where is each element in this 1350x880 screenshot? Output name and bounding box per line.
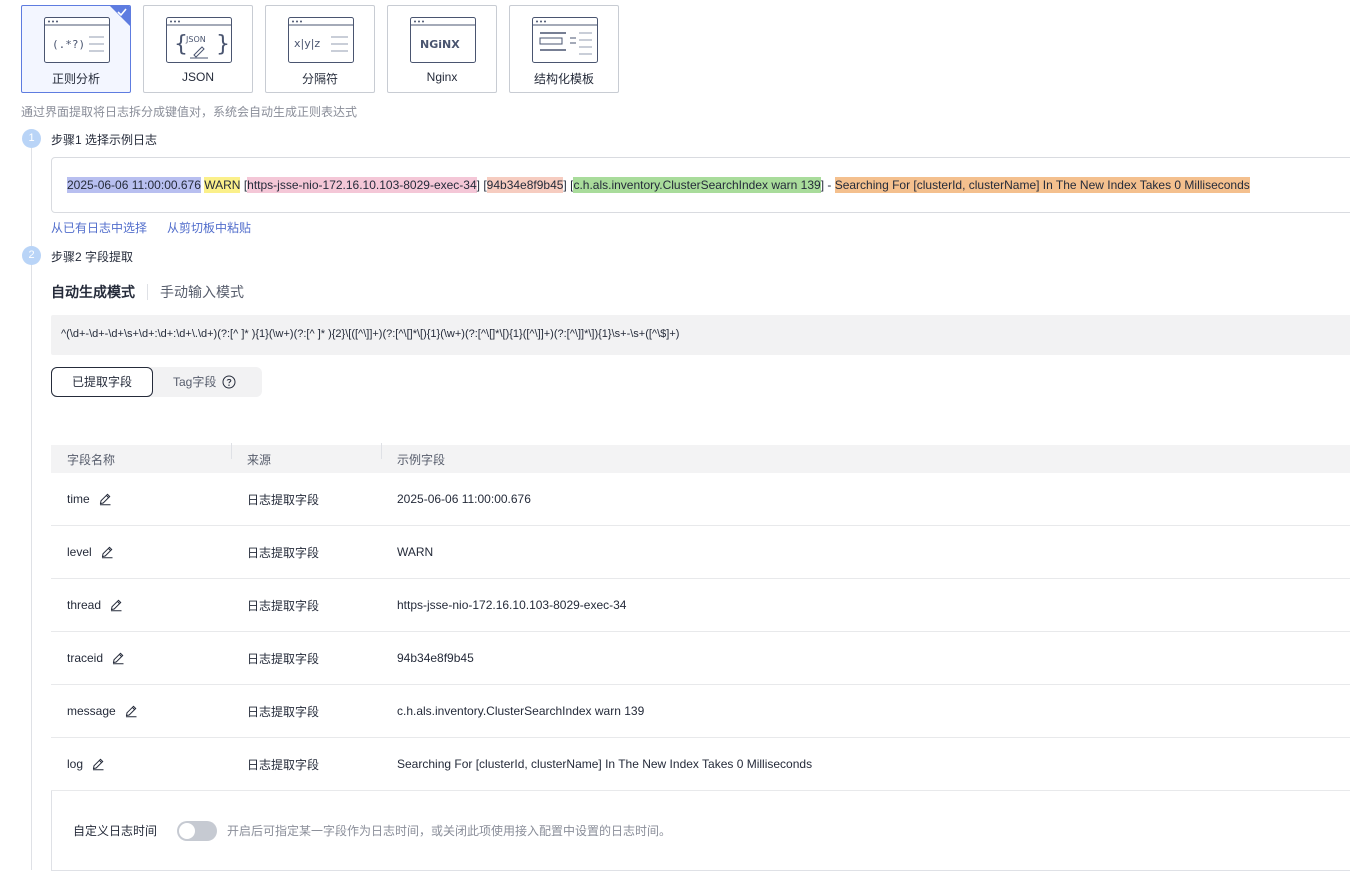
- field-example: c.h.als.inventory.ClusterSearchIndex war…: [397, 704, 645, 718]
- column-header-label: 示例字段: [397, 452, 446, 467]
- toggle-knob: [179, 822, 196, 839]
- template-card-structured[interactable]: 结构化模板: [509, 5, 619, 93]
- field-source: 日志提取字段: [247, 757, 320, 772]
- template-card-delimiter[interactable]: x|y|z 分隔符: [265, 5, 375, 93]
- sample-log-source-links: 从已有日志中选择 从剪切板中粘贴: [51, 219, 251, 236]
- field-source: 日志提取字段: [247, 598, 320, 613]
- template-selector: (.*?) 正则分析 { } JSON JSON x|y|z 分隔符 NGiNX…: [21, 5, 619, 93]
- nginx-illustration-icon: NGiNX: [410, 17, 476, 63]
- column-header-field-name: 字段名称: [51, 451, 231, 468]
- svg-text:JSON: JSON: [185, 35, 206, 44]
- delimiter-illustration-icon: x|y|z: [288, 17, 354, 63]
- edit-icon[interactable]: [109, 598, 123, 612]
- edit-icon[interactable]: [98, 492, 112, 506]
- table-row: message 日志提取字段 c.h.als.inventory.Cluster…: [51, 685, 1350, 738]
- tab-extracted-fields[interactable]: 已提取字段: [51, 367, 153, 397]
- auto-generate-mode-tab[interactable]: 自动生成模式: [51, 282, 135, 302]
- column-header-label: 字段名称: [67, 452, 116, 467]
- help-circle-icon[interactable]: [222, 375, 236, 389]
- log-highlight-level[interactable]: WARN: [204, 177, 241, 193]
- field-example: 94b34e8f9b45: [397, 651, 474, 665]
- step-1-title: 步骤1 选择示例日志: [51, 133, 158, 147]
- field-example: 2025-06-06 11:00:00.676: [397, 492, 531, 506]
- tab-tag-fields[interactable]: Tag字段: [173, 367, 243, 397]
- field-name: log: [67, 757, 84, 771]
- template-card-label: 正则分析: [51, 72, 100, 86]
- field-tabs: 已提取字段 Tag字段: [51, 367, 262, 397]
- log-highlight-traceid[interactable]: 94b34e8f9b45: [486, 177, 564, 193]
- template-card-nginx[interactable]: NGiNX Nginx: [387, 5, 497, 93]
- extracted-fields-table: 字段名称 来源 示例字段 time 日志提取字段 2025-06-06 11:0…: [51, 442, 1350, 791]
- field-name: thread: [67, 598, 102, 612]
- table-row: time 日志提取字段 2025-06-06 11:00:00.676: [51, 473, 1350, 526]
- field-name: time: [67, 492, 90, 506]
- table-row: log 日志提取字段 Searching For [clusterId, clu…: [51, 738, 1350, 791]
- sample-log-box[interactable]: 2025-06-06 11:00:00.676 WARN [https-jsse…: [51, 157, 1350, 213]
- custom-log-time-section: 自定义日志时间 开启后可指定某一字段作为日志时间，或关闭此项使用接入配置中设置的…: [51, 791, 1350, 871]
- field-example: WARN: [397, 545, 434, 559]
- log-highlight-message[interactable]: c.h.als.inventory.ClusterSearchIndex war…: [573, 177, 821, 193]
- template-card-label: 结构化模板: [533, 72, 594, 86]
- field-name: level: [67, 545, 92, 559]
- check-icon: [117, 8, 127, 17]
- svg-text:x|y|z: x|y|z: [294, 37, 320, 50]
- template-card-label: 分隔符: [301, 72, 338, 86]
- step-1-badge: 1: [22, 129, 41, 148]
- table-header: 字段名称 来源 示例字段: [51, 442, 1350, 473]
- template-card-regex[interactable]: (.*?) 正则分析: [21, 5, 131, 93]
- log-highlight-log[interactable]: Searching For [clusterId, clusterName] I…: [834, 177, 1250, 193]
- select-existing-log-link[interactable]: 从已有日志中选择: [51, 219, 147, 236]
- field-example: Searching For [clusterId, clusterName] I…: [397, 757, 813, 771]
- mode-switch: 自动生成模式 手动输入模式: [51, 282, 244, 302]
- column-header-example: 示例字段: [381, 442, 446, 468]
- edit-icon[interactable]: [91, 757, 105, 771]
- field-name: traceid: [67, 651, 104, 665]
- regex-illustration-icon: (.*?): [44, 17, 110, 63]
- column-divider: [381, 442, 382, 459]
- table-row: thread 日志提取字段 https-jsse-nio-172.16.10.1…: [51, 579, 1350, 632]
- svg-text:}: }: [216, 32, 230, 57]
- field-source: 日志提取字段: [247, 545, 320, 560]
- manual-input-mode-tab[interactable]: 手动输入模式: [160, 282, 244, 302]
- edit-icon[interactable]: [111, 651, 125, 665]
- edit-icon[interactable]: [100, 545, 114, 559]
- column-header-label: 来源: [247, 452, 272, 467]
- table-row: traceid 日志提取字段 94b34e8f9b45: [51, 632, 1350, 685]
- field-example: https-jsse-nio-172.16.10.103-8029-exec-3…: [397, 598, 627, 612]
- field-name: message: [67, 704, 116, 718]
- step-2-badge: 2: [22, 246, 41, 265]
- svg-text:(.*?): (.*?): [52, 38, 85, 51]
- log-sep: ]: [476, 178, 480, 192]
- tab-tag-fields-label: Tag字段: [173, 375, 217, 389]
- log-sep: ] -: [820, 178, 835, 192]
- structured-template-illustration-icon: [532, 17, 598, 63]
- column-divider: [231, 442, 232, 459]
- parse-description: 通过界面提取将日志拆分成键值对，系统会自动生成正则表达式: [21, 105, 358, 119]
- table-row: level 日志提取字段 WARN: [51, 526, 1350, 579]
- svg-text:NGiNX: NGiNX: [420, 38, 460, 51]
- log-sep: ]: [563, 178, 567, 192]
- generated-regex-field[interactable]: ^(\d+-\d+-\d+\s+\d+:\d+:\d+\.\d+)(?:[^ ]…: [51, 315, 1350, 355]
- custom-log-time-toggle[interactable]: [177, 820, 218, 841]
- mode-divider: [147, 284, 148, 300]
- template-card-label: Nginx: [426, 70, 458, 84]
- json-illustration-icon: { } JSON: [166, 17, 232, 63]
- template-card-label: JSON: [181, 70, 214, 84]
- custom-log-time-hint: 开启后可指定某一字段作为日志时间，或关闭此项使用接入配置中设置的日志时间。: [227, 824, 672, 838]
- step-2-title: 步骤2 字段提取: [51, 250, 134, 264]
- paste-from-clipboard-link[interactable]: 从剪切板中粘贴: [167, 219, 251, 236]
- template-card-json[interactable]: { } JSON JSON: [143, 5, 253, 93]
- column-header-source: 来源: [231, 442, 381, 468]
- edit-icon[interactable]: [124, 704, 138, 718]
- custom-log-time-label: 自定义日志时间: [73, 824, 158, 838]
- log-highlight-thread[interactable]: https-jsse-nio-172.16.10.103-8029-exec-3…: [247, 177, 477, 193]
- log-highlight-time[interactable]: 2025-06-06 11:00:00.676: [67, 177, 201, 193]
- field-source: 日志提取字段: [247, 651, 320, 666]
- field-source: 日志提取字段: [247, 704, 320, 719]
- field-source: 日志提取字段: [247, 492, 320, 507]
